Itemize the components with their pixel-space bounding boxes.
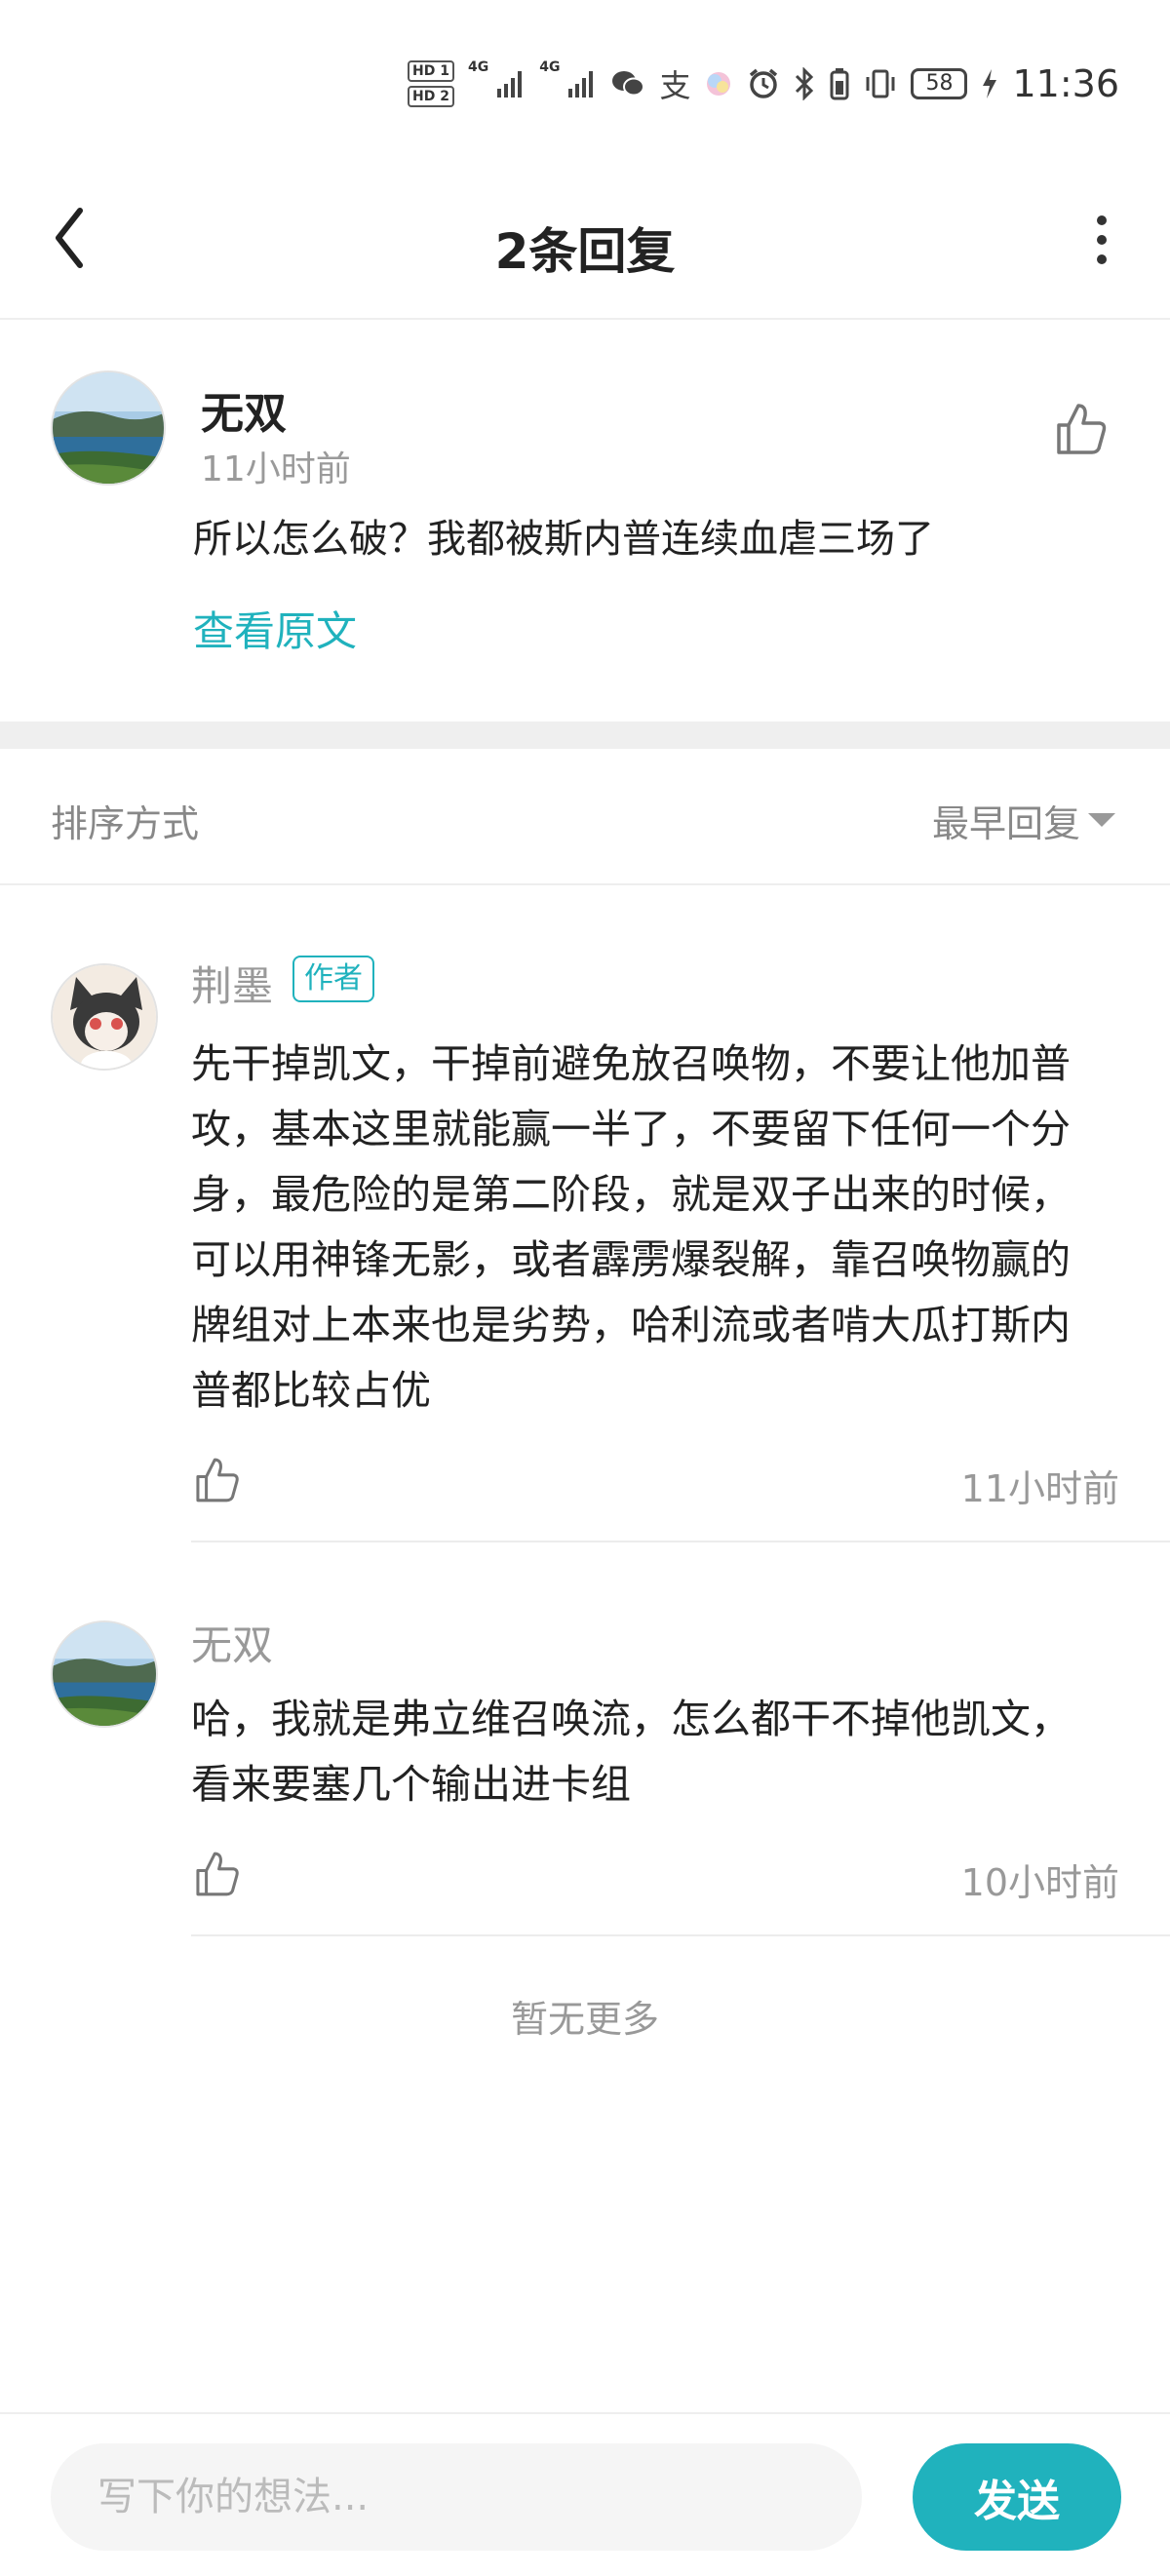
original-author-name[interactable]: 无双 — [201, 378, 287, 441]
reply-divider — [191, 1541, 1170, 1542]
bluetooth-icon — [796, 67, 814, 100]
send-button[interactable]: 发送 — [913, 2443, 1121, 2551]
no-more-text: 暂无更多 — [510, 1998, 659, 2041]
hd-indicators: HD 1 HD 2 — [408, 60, 454, 107]
original-like-button[interactable] — [1051, 400, 1110, 458]
vibrate-icon — [866, 69, 895, 98]
author-badge: 作者 — [292, 956, 374, 1002]
reply-like-button[interactable] — [191, 1455, 242, 1505]
reply-author-avatar[interactable] — [51, 963, 158, 1071]
landscape-avatar-image — [53, 1622, 156, 1726]
original-post-time: 11小时前 — [201, 449, 351, 489]
comment-composer: 发送 — [0, 2412, 1170, 2576]
network-type-1: 4G — [468, 59, 489, 75]
alipay-icon: 支 — [659, 67, 691, 104]
reply-time: 11小时前 — [960, 1467, 1119, 1510]
more-vertical-icon — [1097, 215, 1107, 264]
signal-icon-1 — [497, 71, 523, 98]
thumbs-up-icon — [1057, 404, 1107, 454]
reply-like-button[interactable] — [191, 1849, 242, 1899]
original-author-avatar[interactable] — [51, 371, 166, 486]
sort-row: 排序方式 最早回复 — [0, 749, 1170, 885]
hd1-badge: HD 1 — [408, 60, 454, 82]
reply-author-avatar[interactable] — [51, 1620, 158, 1728]
status-icons: HD 1 HD 2 4G 4G 支 58 11:36 — [408, 60, 1119, 107]
thumbs-up-icon — [196, 1852, 239, 1896]
more-options-button[interactable] — [1072, 205, 1131, 273]
reply-text: 哈，我就是弗立维召唤流，怎么都干不掉他凯文，看来要塞几个输出进卡组 — [191, 1696, 1071, 1808]
battery-level: 58 — [925, 71, 954, 96]
reply-author-name[interactable]: 无双 — [191, 1613, 273, 1672]
section-divider — [0, 722, 1170, 749]
caret-down-icon[interactable] — [1088, 813, 1115, 827]
top-bar: 2条回复 — [0, 166, 1170, 320]
network-type-2: 4G — [539, 59, 561, 75]
reply-time: 10小时前 — [960, 1861, 1119, 1904]
view-original-link[interactable]: 查看原文 — [193, 599, 357, 658]
sort-label: 排序方式 — [51, 802, 200, 845]
battery-icon: 58 — [911, 68, 968, 99]
battery-saver-icon — [830, 68, 849, 100]
sort-dropdown[interactable]: 最早回复 — [932, 794, 1080, 847]
cartoon-avatar-image — [53, 965, 156, 1069]
landscape-avatar-image — [53, 372, 164, 484]
alarm-icon — [750, 68, 778, 98]
charging-icon — [983, 69, 997, 98]
signal-icon-2 — [568, 71, 594, 98]
wechat-icon — [612, 71, 645, 97]
clock: 11:36 — [1012, 62, 1119, 105]
status-bar: HD 1 HD 2 4G 4G 支 58 11:36 — [0, 0, 1170, 166]
original-post-text: 所以怎么破？我都被斯内普连续血虐三场了 — [193, 517, 934, 562]
page-title: 2条回复 — [494, 223, 676, 280]
hd2-badge: HD 2 — [408, 86, 454, 107]
reply-text: 先干掉凯文，干掉前避免放召唤物，不要让他加普攻，基本这里就能赢一半了，不要留下任… — [191, 1040, 1071, 1414]
comment-input[interactable] — [51, 2443, 862, 2551]
thumbs-up-icon — [196, 1458, 239, 1503]
reply-author-name[interactable]: 荆墨 — [191, 954, 273, 1013]
app-color-icon — [707, 72, 731, 96]
reply-divider — [191, 1934, 1170, 1936]
